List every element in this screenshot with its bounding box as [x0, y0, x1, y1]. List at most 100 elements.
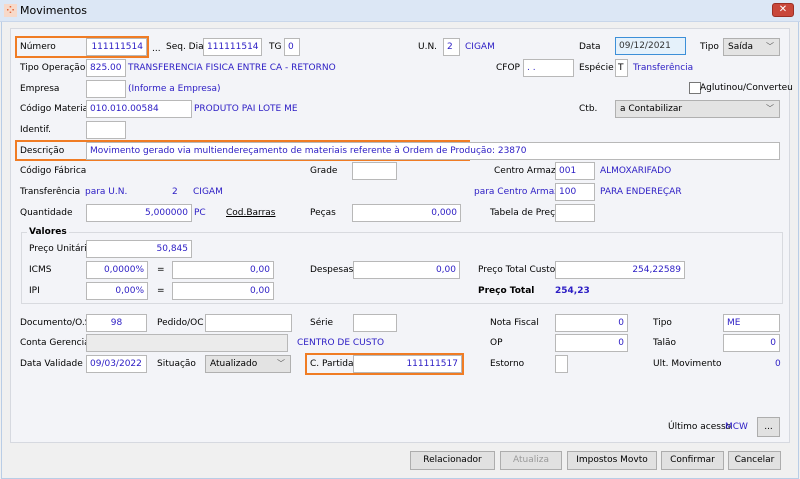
data-validade-label: Data Validade: [20, 359, 83, 369]
ult-movimento-label: Ult. Movimento: [653, 359, 722, 369]
descricao-label: Descrição: [20, 146, 65, 156]
para-un-name: CIGAM: [193, 187, 223, 197]
estorno-label: Estorno: [490, 359, 525, 369]
para-centro-input[interactable]: 100: [555, 183, 595, 201]
cod-barras-link[interactable]: Cod.Barras: [226, 204, 276, 222]
chevron-down-icon: ﹀: [277, 359, 285, 368]
material-desc: PRODUTO PAI LOTE ME: [194, 104, 298, 114]
c-partida-input[interactable]: 111111517: [353, 355, 462, 373]
tipo-label: Tipo: [700, 42, 719, 52]
serie-label: Série: [310, 318, 333, 328]
aglutinou-label: Aglutinou/Converteu: [700, 83, 793, 93]
conta-gerencial-label: Conta Gerencial: [20, 338, 93, 348]
seq-dia-label: Seq. Dia: [166, 42, 204, 52]
impostos-movto-button[interactable]: Impostos Movto: [567, 451, 657, 470]
seq-dia-input[interactable]: 111111514: [203, 38, 262, 56]
centro-custo-link[interactable]: CENTRO DE CUSTO: [297, 334, 384, 352]
app-icon: ⁘: [4, 4, 17, 17]
quantidade-label: Quantidade: [20, 208, 73, 218]
cfop-input[interactable]: . .: [523, 59, 574, 77]
ipi-equals: =: [157, 286, 165, 296]
preco-total-custo-input[interactable]: 254,22589: [555, 261, 685, 279]
chevron-down-icon: ﹀: [766, 104, 774, 113]
numero-lookup-button[interactable]: ...: [152, 40, 161, 58]
ult-movimento-value: 0: [775, 359, 781, 369]
close-button[interactable]: ✕: [772, 3, 794, 17]
para-un-value: 2: [172, 187, 178, 197]
tg-label: TG: [269, 42, 282, 52]
tipo-doc-input[interactable]: ME: [723, 314, 780, 332]
ipi-pct-input[interactable]: 0,00%: [86, 282, 148, 300]
tipo-operacao-input[interactable]: 825.00: [86, 59, 126, 77]
ultimo-acesso-value: MCW: [725, 422, 748, 432]
codigo-fabrica-label: Código Fábrica: [20, 166, 87, 176]
tipo-value: Saída: [728, 42, 753, 52]
estorno-checkbox[interactable]: [555, 355, 568, 373]
empresa-label: Empresa: [20, 84, 60, 94]
ultimo-acesso-more-button[interactable]: ...: [757, 417, 780, 437]
icms-pct-input[interactable]: 0,0000%: [86, 261, 148, 279]
tipo-doc-label: Tipo: [653, 318, 672, 328]
serie-input[interactable]: [353, 314, 397, 332]
preco-unitario-label: Preço Unitário: [29, 244, 93, 254]
confirmar-button[interactable]: Confirmar: [661, 451, 724, 470]
descricao-input[interactable]: Movimento gerado via multiendereçamento …: [86, 142, 780, 160]
pecas-input[interactable]: 0,000: [352, 204, 461, 222]
op-label: OP: [490, 338, 503, 348]
documento-input[interactable]: 98: [86, 314, 147, 332]
tg-input[interactable]: 0: [284, 38, 300, 56]
atualiza-button[interactable]: Atualiza: [500, 451, 562, 470]
pecas-label: Peças: [310, 208, 336, 218]
situacao-select[interactable]: Atualizado ﹀: [205, 355, 291, 373]
para-centro-label: para Centro Armaz.: [474, 187, 562, 197]
talao-input[interactable]: 0: [723, 334, 780, 352]
ctb-select[interactable]: a Contabilizar ﹀: [615, 100, 780, 118]
un-input[interactable]: 2: [443, 38, 460, 56]
quantidade-input[interactable]: 5,000000: [86, 204, 192, 222]
situacao-value: Atualizado: [210, 359, 258, 369]
centro-armaz-desc: ALMOXARIFADO: [600, 166, 672, 176]
codigo-material-label: Código Material: [20, 104, 91, 114]
valores-title: Valores: [27, 226, 69, 238]
relacionador-button[interactable]: Relacionador: [410, 451, 495, 470]
despesas-label: Despesas: [310, 265, 354, 275]
cancelar-button[interactable]: Cancelar: [728, 451, 781, 470]
situacao-label: Situação: [157, 359, 196, 369]
identif-input[interactable]: [86, 121, 126, 139]
preco-unitario-input[interactable]: 50,845: [86, 240, 192, 258]
codigo-material-input[interactable]: 010.010.00584: [86, 100, 192, 118]
centro-armaz-input[interactable]: 001: [555, 162, 595, 180]
preco-total-label: Preço Total: [478, 286, 535, 296]
data-label: Data: [579, 42, 601, 52]
despesas-input[interactable]: 0,00: [353, 261, 460, 279]
ipi-label: IPI: [29, 286, 40, 296]
centro-armaz-label: Centro Armaz.: [494, 166, 559, 176]
data-validade-input[interactable]: 09/03/2022: [86, 355, 147, 373]
numero-input[interactable]: 111111514: [86, 38, 147, 56]
nota-fiscal-input[interactable]: 0: [555, 314, 628, 332]
pedido-input[interactable]: [205, 314, 292, 332]
empresa-input[interactable]: [86, 80, 126, 98]
data-input[interactable]: 09/12/2021: [615, 37, 686, 55]
op-input[interactable]: 0: [555, 334, 628, 352]
icms-value-input[interactable]: 0,00: [172, 261, 274, 279]
tipo-operacao-label: Tipo Operação: [20, 63, 86, 73]
icms-label: ICMS: [29, 265, 52, 275]
window-title: Movimentos: [20, 4, 88, 17]
title-bar: ⁘ Movimentos ✕: [0, 0, 800, 22]
grade-input[interactable]: [352, 162, 397, 180]
especie-input[interactable]: T: [615, 59, 628, 77]
para-un-label: para U.N.: [85, 187, 128, 197]
especie-label: Espécie: [579, 63, 614, 73]
para-centro-desc: PARA ENDEREÇAR: [600, 187, 682, 197]
ipi-value-input[interactable]: 0,00: [172, 282, 274, 300]
tipo-select[interactable]: Saída ﹀: [723, 38, 780, 56]
tabela-preco-label: Tabela de Preço: [490, 208, 561, 218]
conta-gerencial-input[interactable]: [86, 334, 288, 352]
tabela-preco-input[interactable]: [555, 204, 595, 222]
empresa-hint: (Informe a Empresa): [128, 84, 221, 94]
especie-desc: Transferência: [633, 63, 694, 73]
c-partida-label: C. Partida: [310, 359, 354, 369]
preco-total-custo-label: Preço Total Custo: [478, 265, 556, 275]
numero-label: Número: [20, 42, 56, 52]
